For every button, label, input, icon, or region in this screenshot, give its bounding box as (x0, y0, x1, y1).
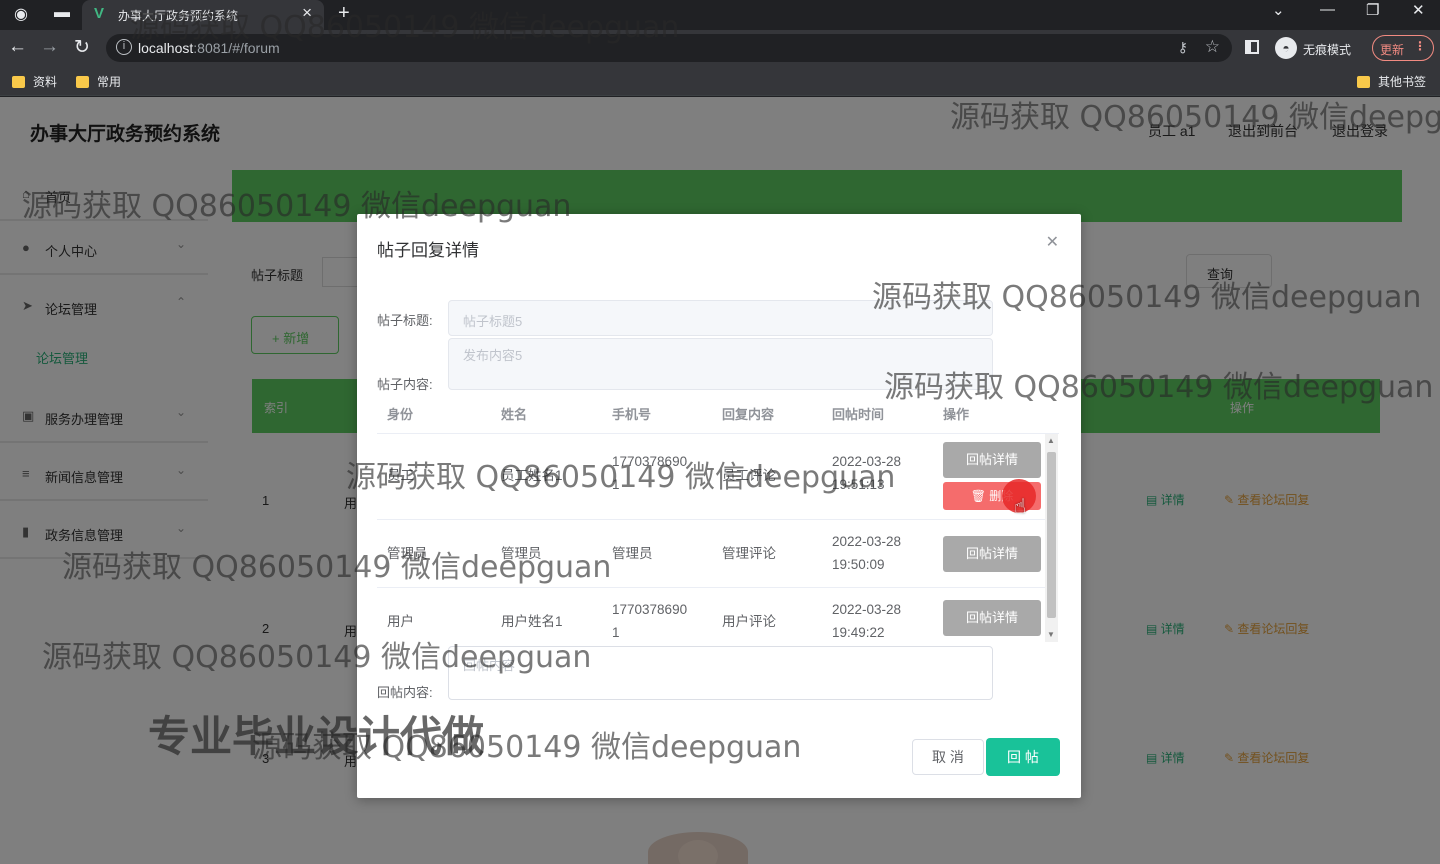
scroll-down-icon[interactable]: ▼ (1047, 630, 1055, 639)
bookmark-folder-ziliao[interactable]: 资料 (12, 73, 57, 90)
folder-icon (12, 76, 25, 88)
reply-time: 2022-03-28 19:51:13 (832, 454, 902, 492)
reply-content-placeholder: 回帖内容 (463, 658, 516, 673)
cancel-button[interactable]: 取 消 (912, 739, 984, 775)
reload-icon[interactable]: ↻ (74, 36, 90, 59)
hand-cursor-icon: ☝ (1014, 496, 1027, 518)
reply-table-body[interactable]: 员工 员工姓名1 17703786901 员工评论 2022-03-28 19:… (377, 434, 1045, 642)
reply-detail-button[interactable]: 回帖详情 (943, 442, 1041, 478)
reply-table-header: 身份 姓名 手机号 回复内容 回帖时间 操作 (377, 398, 1059, 434)
folder-icon (1357, 76, 1370, 88)
new-tab-icon[interactable]: + (338, 2, 350, 25)
reply-content-textarea[interactable]: 回帖内容 (448, 646, 993, 700)
reply-time: 2022-03-28 19:49:22 (832, 602, 902, 640)
bookmarks-bar: 资料 常用 其他书签 (0, 66, 1440, 96)
window-close-icon[interactable]: ✕ (1412, 1, 1425, 19)
reply-time: 2022-03-28 19:50:09 (832, 534, 902, 572)
update-label: 更新 (1380, 43, 1405, 57)
site-info-icon[interactable]: i (116, 39, 132, 55)
scroll-thumb[interactable] (1047, 452, 1056, 618)
menu-dots-icon: ⋮ (1414, 39, 1426, 53)
forward-icon[interactable]: → (40, 36, 59, 58)
col-phone: 手机号 (612, 407, 652, 422)
col-action: 操作 (943, 407, 970, 422)
post-content-label: 帖子内容: (377, 377, 433, 392)
reply-content: 员工评论 (722, 468, 776, 483)
submit-reply-button[interactable]: 回 帖 (986, 738, 1060, 776)
minimize-icon[interactable]: — (1320, 1, 1335, 18)
url-path: :8081/#/forum (193, 40, 280, 56)
tab-title: 办事大厅政务预约系统 (118, 9, 239, 23)
reply-name: 用户姓名1 (501, 614, 563, 629)
side-panel-icon[interactable] (1245, 40, 1259, 54)
promo-banner-text: 专业毕业设计代做 (148, 712, 485, 761)
other-bookmarks[interactable]: 其他书签 (1357, 73, 1426, 90)
scroll-up-icon[interactable]: ▲ (1047, 436, 1055, 445)
col-content: 回复内容 (722, 407, 775, 422)
reply-phone: 17703786901 (612, 454, 688, 492)
post-title-label: 帖子标题: (377, 313, 433, 328)
url-host: localhost (138, 40, 194, 56)
bookmark-label: 常用 (97, 75, 122, 89)
url-text[interactable]: localhost:8081/#/forum (138, 40, 280, 56)
reply-role: 用户 (387, 614, 414, 629)
reply-detail-button[interactable]: 回帖详情 (943, 536, 1041, 572)
col-name: 姓名 (501, 407, 528, 422)
close-icon[interactable]: ✕ (1046, 232, 1059, 252)
incognito-label: 无痕模式 (1303, 43, 1352, 57)
post-content-value: 发布内容5 (463, 348, 523, 363)
incognito-icon: ◓ (1275, 37, 1297, 59)
update-button[interactable]: 更新 ⋮ (1372, 35, 1434, 61)
reply-name: 员工姓名1 (501, 468, 563, 483)
tab-list-chevron-icon[interactable]: ⌄ (1272, 1, 1285, 19)
post-content-field[interactable]: 发布内容5 (448, 338, 993, 390)
bookmark-star-icon[interactable]: ☆ (1205, 37, 1220, 57)
reply-phone: 17703786901 (612, 602, 688, 640)
tab-search-icon[interactable]: ▬ (54, 4, 70, 22)
reply-detail-button[interactable]: 回帖详情 (943, 600, 1041, 636)
reply-content: 用户评论 (722, 614, 776, 629)
table-row: 用户 用户姓名1 17703786901 用户评论 2022-03-28 19:… (377, 588, 1045, 642)
other-bookmarks-label: 其他书签 (1378, 75, 1427, 89)
reply-content: 管理评论 (722, 546, 776, 561)
url-omnibox[interactable]: i localhost:8081/#/forum ⚷ ☆ (106, 34, 1232, 62)
table-row: 员工 员工姓名1 17703786901 员工评论 2022-03-28 19:… (377, 434, 1045, 520)
incognito-indicator[interactable]: ◓ 无痕模式 (1273, 34, 1367, 62)
tab-close-icon[interactable]: × (302, 3, 312, 23)
browser-tab[interactable]: V 办事大厅政务预约系统 × (82, 0, 324, 30)
address-bar-row: ← → ↻ i localhost:8081/#/forum ⚷ ☆ ◓ 无痕模… (0, 30, 1440, 66)
post-title-field[interactable]: 帖子标题5 (448, 300, 993, 336)
dialog-title: 帖子回复详情 (377, 241, 479, 260)
reply-content-label: 回帖内容: (377, 685, 433, 700)
browser-app-icon[interactable]: ◉ (14, 4, 28, 24)
reply-role: 管理员 (387, 546, 428, 561)
browser-tab-bar: ◉ ▬ V 办事大厅政务预约系统 × + ⌄ — ❐ ✕ (0, 0, 1440, 30)
back-icon[interactable]: ← (8, 36, 27, 58)
reply-name: 管理员 (501, 546, 542, 561)
vue-logo-icon: V (94, 5, 105, 22)
post-title-value: 帖子标题5 (463, 314, 523, 329)
table-row: 管理员 管理员 管理员 管理评论 2022-03-28 19:50:09 回帖详… (377, 520, 1045, 588)
col-role: 身份 (387, 407, 414, 422)
folder-icon (76, 76, 89, 88)
restore-icon[interactable]: ❐ (1366, 1, 1379, 19)
col-time: 回帖时间 (832, 407, 885, 422)
bookmark-label: 资料 (33, 75, 58, 89)
reply-phone: 管理员 (612, 546, 653, 561)
bookmark-folder-changyong[interactable]: 常用 (76, 73, 121, 90)
reply-scrollbar[interactable]: ▲ ▼ (1045, 434, 1058, 642)
reply-role: 员工 (387, 468, 414, 483)
password-key-icon[interactable]: ⚷ (1178, 39, 1188, 56)
